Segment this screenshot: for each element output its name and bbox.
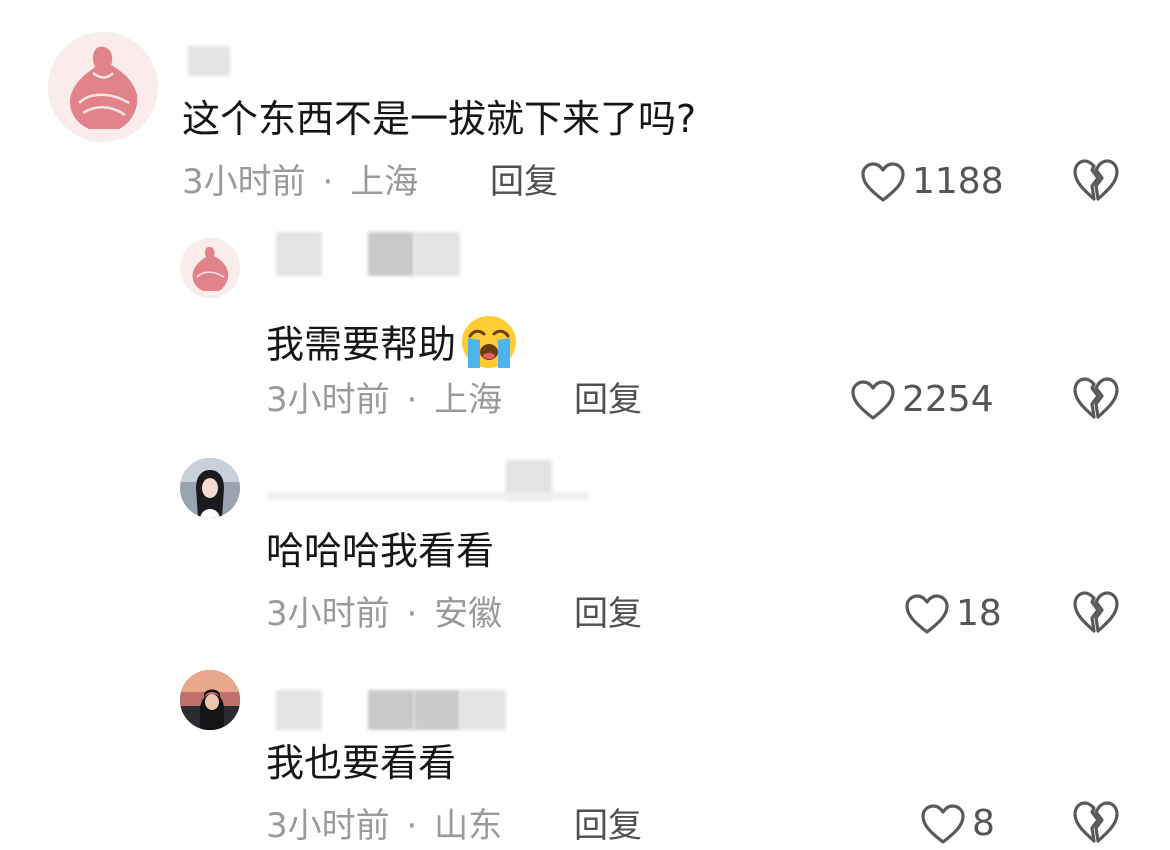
comment-location: 安徽 xyxy=(434,594,503,634)
comment-text: 这个东西不是一拔就下来了吗? xyxy=(182,97,697,141)
heart-outline-icon xyxy=(851,380,895,420)
comment-time: 3小时前 xyxy=(266,380,390,420)
reply-button[interactable]: 回复 xyxy=(574,594,642,634)
dislike-button[interactable] xyxy=(1072,590,1120,638)
username-redacted xyxy=(414,690,460,730)
like-button[interactable]: 1188 xyxy=(860,158,1004,206)
avatar[interactable] xyxy=(48,32,158,142)
comment-location: 上海 xyxy=(350,162,419,202)
meta-separator: · xyxy=(322,162,334,202)
like-count: 8 xyxy=(972,803,995,844)
like-count: 1188 xyxy=(912,161,1004,202)
broken-heart-icon xyxy=(1073,377,1119,419)
loudly-crying-face-icon xyxy=(460,314,518,380)
like-count: 18 xyxy=(956,593,1002,634)
comment-location: 上海 xyxy=(434,380,503,420)
heart-outline-icon xyxy=(921,804,965,844)
heart-outline-icon xyxy=(905,594,949,634)
reply-button[interactable]: 回复 xyxy=(490,162,558,202)
comment-text: 我需要帮助 xyxy=(266,314,518,380)
comment-time: 3小时前 xyxy=(266,594,390,634)
username-redacted xyxy=(414,232,460,276)
comment-meta: 3小时前 · 上海 xyxy=(182,162,418,202)
username-redacted xyxy=(268,492,588,500)
like-button[interactable]: 8 xyxy=(920,800,995,848)
meta-separator: · xyxy=(406,594,418,634)
heart-outline-icon xyxy=(861,162,905,202)
avatar[interactable] xyxy=(180,238,240,298)
like-count: 2254 xyxy=(902,379,994,420)
like-button[interactable]: 18 xyxy=(904,590,1002,638)
dislike-button[interactable] xyxy=(1072,376,1120,424)
avatar[interactable] xyxy=(180,670,240,730)
like-button[interactable]: 2254 xyxy=(850,376,994,424)
comment-text-body: 我需要帮助 xyxy=(266,322,457,367)
username-redacted xyxy=(368,232,414,276)
username-redacted xyxy=(188,46,230,76)
comment-text: 哈哈哈我看看 xyxy=(266,529,495,573)
comment-text: 我也要看看 xyxy=(266,741,457,785)
username-redacted xyxy=(276,232,322,276)
reply-button[interactable]: 回复 xyxy=(574,380,642,420)
reply-button[interactable]: 回复 xyxy=(574,806,642,846)
comment-time: 3小时前 xyxy=(182,162,306,202)
username-redacted xyxy=(276,690,322,730)
username-redacted xyxy=(368,690,414,730)
comment-time: 3小时前 xyxy=(266,806,390,846)
username-redacted xyxy=(460,690,506,730)
dislike-button[interactable] xyxy=(1072,800,1120,848)
meta-separator: · xyxy=(406,380,418,420)
meta-separator: · xyxy=(406,806,418,846)
broken-heart-icon xyxy=(1073,801,1119,843)
comment-location: 山东 xyxy=(434,806,503,846)
comment-meta: 3小时前 · 安徽 xyxy=(266,594,502,634)
avatar[interactable] xyxy=(180,458,240,518)
broken-heart-icon xyxy=(1073,159,1119,201)
dislike-button[interactable] xyxy=(1072,158,1120,206)
comment-meta: 3小时前 · 上海 xyxy=(266,380,502,420)
broken-heart-icon xyxy=(1073,591,1119,633)
comment-meta: 3小时前 · 山东 xyxy=(266,806,502,846)
